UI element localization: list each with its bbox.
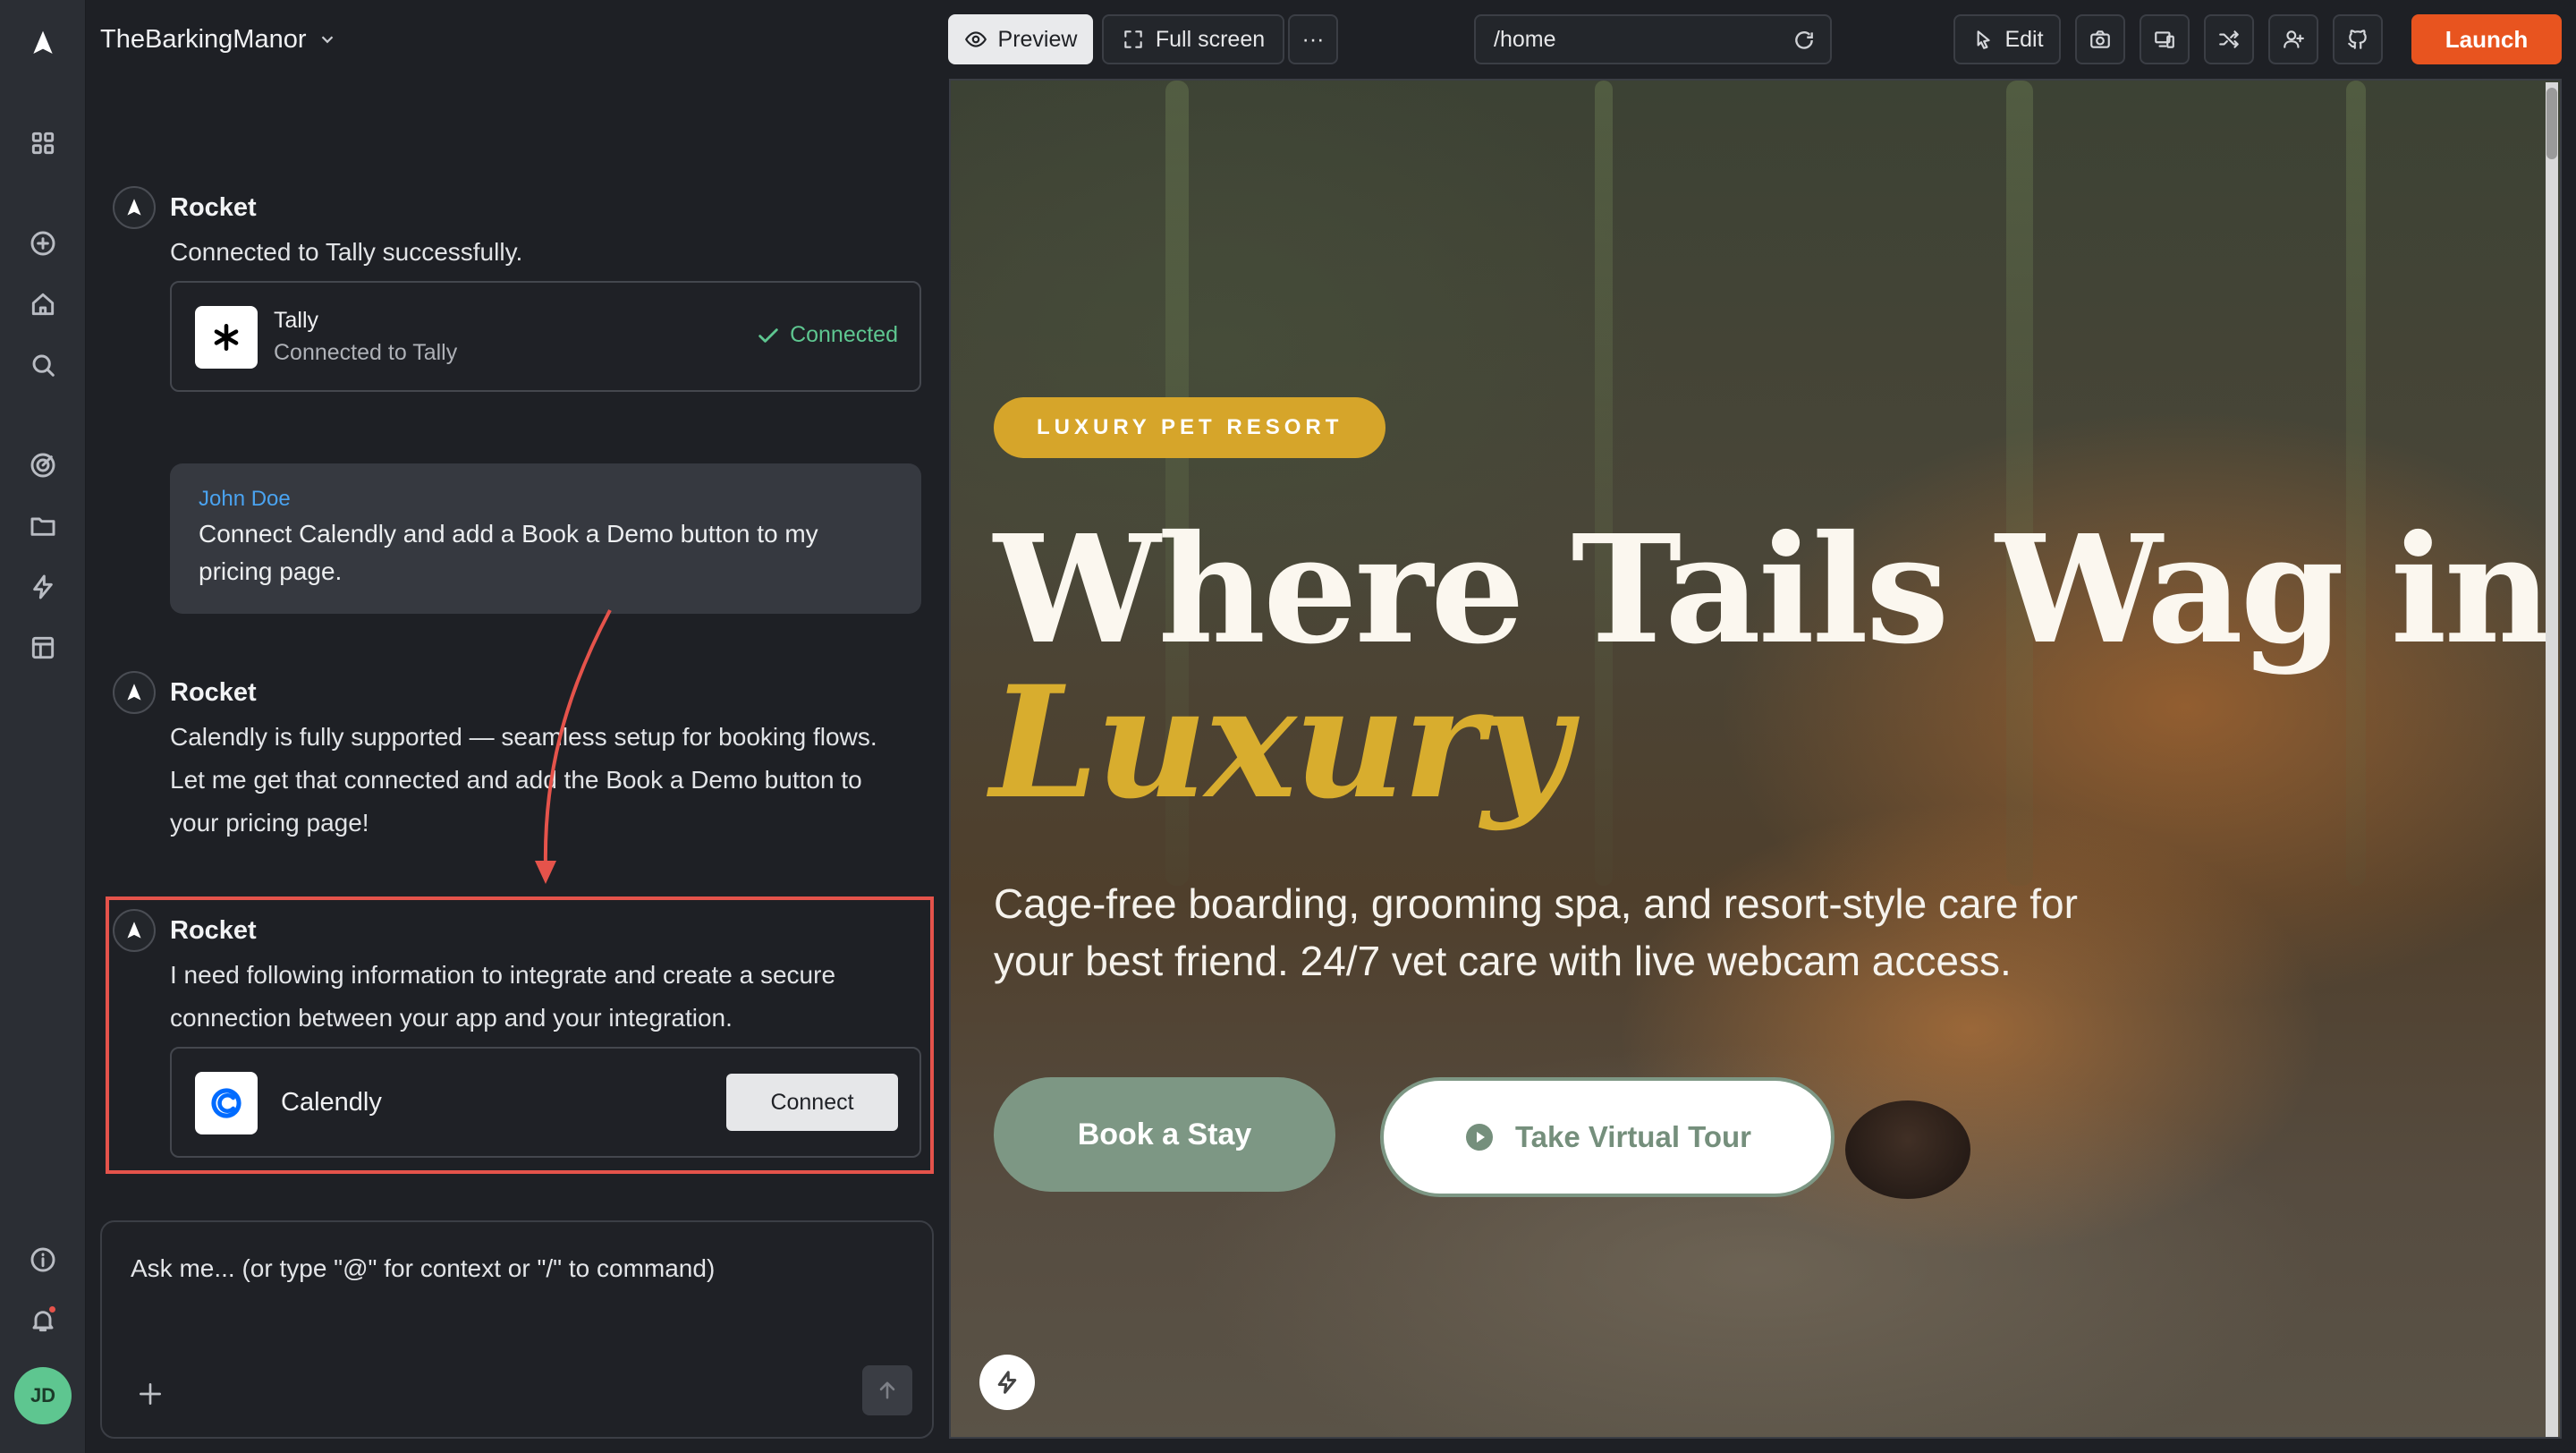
hero-headline: Where Tails Wag in bbox=[994, 503, 2552, 677]
virtual-tour-label: Take Virtual Tour bbox=[1514, 1120, 1752, 1153]
send-button[interactable] bbox=[862, 1365, 912, 1415]
user-message-bubble: John Doe Connect Calendly and add a Book… bbox=[170, 463, 921, 614]
message-text: Connected to Tally successfully. bbox=[170, 238, 523, 266]
fullscreen-button[interactable]: Full screen bbox=[1102, 14, 1284, 64]
annotation-arrow bbox=[535, 609, 612, 884]
take-virtual-tour-button[interactable]: Take Virtual Tour bbox=[1380, 1077, 1835, 1197]
chat-composer: Ask me... (or type "@" for context or "/… bbox=[100, 1220, 934, 1439]
github-button[interactable] bbox=[2333, 14, 2383, 64]
bolt-icon bbox=[997, 1371, 1017, 1394]
dog-image bbox=[1845, 1100, 1970, 1199]
calendly-logo-icon bbox=[195, 1072, 258, 1134]
user-avatar[interactable]: JD bbox=[14, 1367, 72, 1424]
bamboo-stalk bbox=[2006, 81, 2033, 886]
info-icon[interactable] bbox=[25, 1242, 61, 1278]
url-bar[interactable]: /home bbox=[1474, 14, 1832, 64]
url-path: /home bbox=[1494, 26, 1556, 52]
folder-icon[interactable] bbox=[25, 508, 61, 544]
user-message-author: John Doe bbox=[199, 487, 291, 511]
search-icon[interactable] bbox=[25, 347, 61, 383]
tally-integration-card: Tally Connected to Tally Connected bbox=[170, 281, 921, 392]
add-attachment-icon[interactable] bbox=[136, 1380, 165, 1408]
github-icon bbox=[2348, 30, 2367, 49]
tally-card-title: Tally bbox=[274, 308, 319, 333]
notification-dot bbox=[49, 1306, 55, 1313]
edit-label: Edit bbox=[2004, 26, 2044, 52]
more-options-icon: ··· bbox=[1301, 26, 1325, 52]
check-icon bbox=[758, 327, 778, 343]
bamboo-stalk bbox=[2346, 81, 2366, 886]
calendly-card-title: Calendly bbox=[281, 1088, 382, 1117]
new-project-icon[interactable] bbox=[25, 225, 61, 261]
launch-button[interactable]: Launch bbox=[2411, 14, 2562, 64]
rocket-avatar-icon bbox=[113, 671, 156, 714]
user-message-text: Connect Calendly and add a Book a Demo b… bbox=[199, 515, 818, 591]
message-author: Rocket bbox=[170, 678, 257, 707]
more-options-button[interactable]: ··· bbox=[1288, 14, 1338, 64]
apps-grid-icon[interactable] bbox=[25, 125, 61, 161]
fullscreen-label: Full screen bbox=[1155, 26, 1266, 52]
rocket-logo-icon[interactable] bbox=[25, 25, 61, 61]
quick-action-button[interactable] bbox=[979, 1355, 1035, 1410]
message-author: Rocket bbox=[170, 916, 257, 945]
play-circle-icon bbox=[1465, 1124, 1493, 1151]
hero-badge: LUXURY PET RESORT bbox=[994, 397, 1386, 458]
message-line: connection between your app and your int… bbox=[170, 1004, 733, 1032]
home-icon[interactable] bbox=[25, 286, 61, 322]
hero-headline-accent: Luxury bbox=[990, 651, 1571, 833]
chat-input[interactable]: Ask me... (or type "@" for context or "/… bbox=[131, 1254, 715, 1283]
edit-button[interactable]: Edit bbox=[1953, 14, 2061, 64]
user-message-line: Connect Calendly and add a Book a Demo b… bbox=[199, 520, 818, 548]
user-plus-icon bbox=[2284, 30, 2304, 48]
invite-user-button[interactable] bbox=[2268, 14, 2318, 64]
message-line: I need following information to integrat… bbox=[170, 961, 836, 989]
layout-icon[interactable] bbox=[25, 630, 61, 666]
hero-subtitle: Cage-free boarding, grooming spa, and re… bbox=[994, 875, 2246, 990]
chevron-down-icon bbox=[321, 36, 333, 44]
preview-scrollbar[interactable] bbox=[2546, 82, 2558, 1437]
rocket-avatar-icon bbox=[113, 909, 156, 952]
devices-icon bbox=[2155, 31, 2174, 48]
preview-scroll-thumb[interactable] bbox=[2546, 88, 2557, 159]
hero-subtitle-line: your best friend. 24/7 vet care with liv… bbox=[994, 938, 2012, 984]
project-name: TheBarkingManor bbox=[100, 24, 307, 54]
project-switcher[interactable]: TheBarkingManor bbox=[100, 21, 337, 57]
calendly-integration-card: Calendly Connect bbox=[170, 1047, 921, 1158]
screenshot-button[interactable] bbox=[2075, 14, 2125, 64]
rocket-avatar-icon bbox=[113, 186, 156, 229]
connected-label: Connected bbox=[790, 322, 898, 347]
arrow-up-icon bbox=[879, 1381, 895, 1399]
camera-icon bbox=[2090, 30, 2110, 48]
cursor-click-icon bbox=[1978, 30, 1991, 49]
bamboo-stalk bbox=[1595, 81, 1613, 886]
hero-subtitle-line: Cage-free boarding, grooming spa, and re… bbox=[994, 880, 2078, 927]
bolt-icon[interactable] bbox=[25, 569, 61, 605]
target-icon[interactable] bbox=[25, 447, 61, 483]
book-a-stay-button[interactable]: Book a Stay bbox=[994, 1077, 1335, 1192]
refresh-icon[interactable] bbox=[1792, 29, 1816, 52]
preview-button[interactable]: Preview bbox=[948, 14, 1093, 64]
tally-card-subtitle: Connected to Tally bbox=[274, 340, 458, 365]
shuffle-button[interactable] bbox=[2204, 14, 2254, 64]
shuffle-icon bbox=[2219, 30, 2239, 48]
calendly-connect-button[interactable]: Connect bbox=[726, 1074, 898, 1131]
notifications-bell-icon[interactable] bbox=[25, 1303, 61, 1338]
preview-label: Preview bbox=[997, 26, 1078, 52]
message-text: I need following information to integrat… bbox=[170, 954, 835, 1040]
responsive-view-button[interactable] bbox=[2140, 14, 2190, 64]
expand-icon bbox=[1124, 30, 1142, 48]
site-preview: LUXURY PET RESORT Where Tails Wag in Lux… bbox=[949, 79, 2562, 1439]
left-rail: JD bbox=[0, 0, 86, 1453]
user-message-line: pricing page. bbox=[199, 557, 343, 585]
eye-icon bbox=[964, 31, 987, 47]
connected-status: Connected bbox=[756, 322, 898, 348]
message-author: Rocket bbox=[170, 193, 257, 222]
tally-logo-icon bbox=[195, 306, 258, 369]
